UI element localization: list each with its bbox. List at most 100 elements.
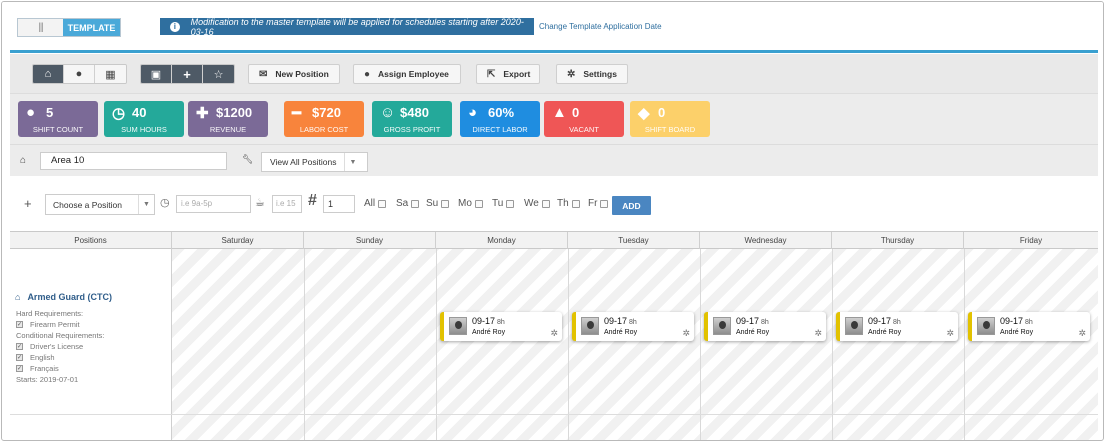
checkbox[interactable]: [506, 199, 515, 208]
quantity-input[interactable]: 1: [323, 195, 355, 213]
stat-shift-count[interactable]: ● 5 SHIFT COUNT: [18, 101, 98, 137]
shift-time-input[interactable]: i.e 9a-5p: [176, 195, 251, 213]
day-checkbox-su[interactable]: Su: [426, 198, 450, 209]
change-template-date-link[interactable]: Change Template Application Date: [539, 22, 662, 31]
new-position-button[interactable]: ✉ New Position: [248, 64, 340, 84]
add-shift-button[interactable]: ADD: [612, 196, 651, 215]
requirement-text: Français: [30, 364, 59, 373]
position-name[interactable]: ⌂ Armed Guard (CTC): [15, 292, 112, 302]
gear-icon[interactable]: ✲: [550, 328, 558, 339]
day-checkbox-mo[interactable]: Mo: [458, 198, 483, 209]
smile-icon: ☺: [380, 104, 396, 121]
day-checkbox-th[interactable]: Th: [557, 198, 580, 209]
day-checkbox-we[interactable]: We: [524, 198, 550, 209]
checkbox[interactable]: [411, 199, 420, 208]
favorite-button[interactable]: ☆: [203, 65, 234, 83]
stat-value: $480: [400, 105, 429, 120]
checkbox[interactable]: [600, 199, 609, 208]
day-label: Fr: [588, 198, 598, 209]
gear-icon[interactable]: ✲: [946, 328, 954, 339]
checkbox[interactable]: [541, 199, 550, 208]
checkbox: ✓: [16, 343, 23, 350]
shift-employee: André Roy: [1000, 329, 1034, 336]
chevron-down-icon[interactable]: ▼: [344, 153, 360, 171]
row-divider: [172, 414, 1098, 415]
checkbox[interactable]: [474, 199, 483, 208]
export-icon: ⇱: [487, 68, 496, 80]
notice-text: Modification to the master template will…: [190, 16, 524, 37]
checkbox[interactable]: [441, 199, 450, 208]
gear-icon[interactable]: ✲: [1078, 328, 1086, 339]
toggle-label[interactable]: TEMPLATE: [63, 19, 120, 36]
area-input[interactable]: Area 10: [40, 152, 227, 170]
plus-icon: +: [24, 196, 32, 211]
shift-card[interactable]: 09-17 8h André Roy ✲: [704, 312, 826, 341]
stat-shift-board[interactable]: ◆ 0 SHIFT BOARD: [630, 101, 710, 137]
image-button[interactable]: ▣: [141, 65, 172, 83]
position-select[interactable]: Choose a Position ▼: [45, 194, 155, 215]
day-label: We: [524, 198, 539, 209]
day-checkbox-all[interactable]: All: [364, 198, 387, 209]
shift-employee: André Roy: [604, 329, 638, 336]
day-divider: [964, 249, 965, 440]
template-toggle[interactable]: ||| TEMPLATE: [17, 18, 121, 37]
checkbox[interactable]: [378, 199, 387, 208]
stat-revenue[interactable]: ✚ $1200 REVENUE: [188, 101, 268, 137]
gear-icon[interactable]: ✲: [682, 328, 690, 339]
calendar-icon: ▦: [105, 68, 116, 81]
shift-area[interactable]: 09-17 8h André Roy ✲ 09-17 8h André Roy ✲ …: [172, 249, 1098, 440]
day-label: Sa: [396, 198, 409, 209]
column-header-day: Saturday: [172, 232, 304, 249]
stat-direct-labor[interactable]: ◕ 60% DIRECT LABOR: [460, 101, 540, 137]
requirement-item: ✓ Firearm Permit: [16, 320, 80, 329]
stat-value: 0: [572, 105, 580, 120]
new-position-label: New Position: [275, 69, 329, 79]
assign-employee-button[interactable]: ● Assign Employee: [353, 64, 461, 84]
shift-time: 09-17 8h: [1000, 316, 1033, 326]
home-icon: ⌂: [15, 292, 21, 302]
stat-value: 40: [132, 105, 147, 120]
avatar: [845, 317, 863, 335]
row-divider: [10, 414, 172, 415]
day-label: Th: [557, 198, 569, 209]
home-view-button[interactable]: ⌂: [33, 65, 64, 83]
add-button[interactable]: +: [172, 65, 203, 83]
day-checkbox-sa[interactable]: Sa: [396, 198, 420, 209]
stat-sum-hours[interactable]: ◷ 40 SUM HOURS: [104, 101, 184, 137]
checkbox[interactable]: [571, 199, 580, 208]
gear-icon[interactable]: ✲: [814, 328, 822, 339]
shift-card[interactable]: 09-17 8h André Roy ✲: [968, 312, 1090, 341]
stat-gross-profit[interactable]: ☺ $480 GROSS PROFIT: [372, 101, 452, 137]
day-checkbox-fr[interactable]: Fr: [588, 198, 609, 209]
position-name-text[interactable]: Armed Guard (CTC): [27, 292, 112, 302]
positions-filter-value: View All Positions: [270, 157, 337, 167]
plus-icon: ✚: [196, 105, 209, 122]
employee-view-button[interactable]: ●: [64, 65, 95, 83]
stat-labor-cost[interactable]: ━ $720 LABOR COST: [284, 101, 364, 137]
day-checkbox-tu[interactable]: Tu: [492, 198, 515, 209]
wrench-icon[interactable]: 🔧︎: [242, 154, 253, 165]
calendar-view-button[interactable]: ▦: [95, 65, 126, 83]
toggle-knob[interactable]: |||: [18, 19, 63, 36]
hash-icon: #: [308, 192, 317, 209]
requirement-text: Driver's License: [30, 342, 84, 351]
image-icon: ▣: [150, 68, 162, 81]
shift-card[interactable]: 09-17 8h André Roy ✲: [572, 312, 694, 341]
gear-icon: ✲: [567, 68, 576, 80]
settings-button[interactable]: ✲ Settings: [556, 64, 628, 84]
pie-icon: ◕: [468, 104, 478, 121]
stat-vacant[interactable]: ▲ 0 VACANT: [544, 101, 624, 137]
settings-label: Settings: [583, 69, 617, 79]
break-input[interactable]: i.e 15: [272, 195, 302, 213]
export-button[interactable]: ⇱ Export: [476, 64, 540, 84]
user-icon: ●: [26, 104, 36, 121]
positions-filter-select[interactable]: View All Positions ▼: [261, 152, 368, 172]
shift-employee: André Roy: [868, 329, 902, 336]
shift-card[interactable]: 09-17 8h André Roy ✲: [440, 312, 562, 341]
shift-card[interactable]: 09-17 8h André Roy ✲: [836, 312, 958, 341]
clock-icon: ◷: [112, 105, 126, 122]
envelope-icon: ✉: [259, 68, 268, 80]
shift-time: 09-17 8h: [868, 316, 901, 326]
chevron-down-icon[interactable]: ▼: [138, 195, 154, 214]
column-header-day: Wednesday: [700, 232, 832, 249]
